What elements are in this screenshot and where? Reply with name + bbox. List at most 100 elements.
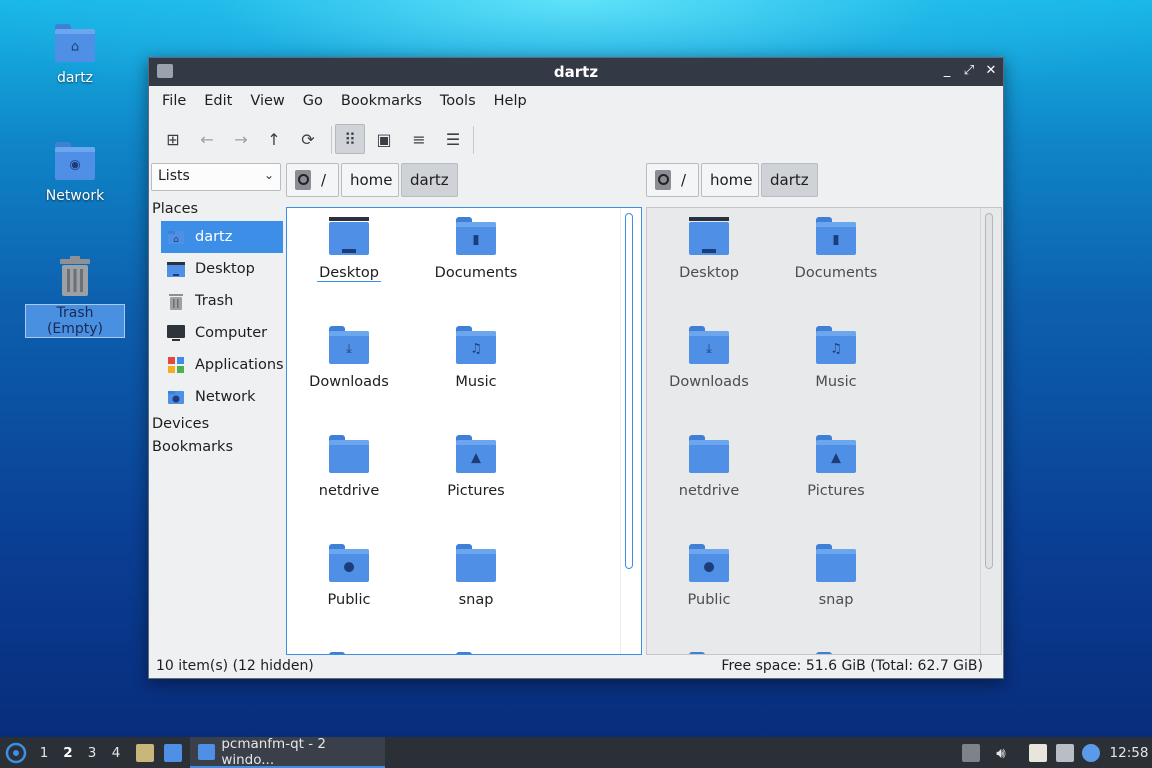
menu-bookmarks[interactable]: Bookmarks (332, 93, 431, 109)
notification-tray[interactable] (1080, 737, 1102, 768)
scrollbar[interactable] (985, 213, 993, 569)
tray-expand[interactable] (960, 737, 982, 768)
file-item-label: Public (687, 592, 731, 608)
close-button[interactable]: ✕ (983, 63, 999, 79)
file-item-music[interactable]: ♫ Music (416, 326, 536, 390)
file-item-pictures[interactable]: ▲ Pictures (416, 435, 536, 499)
chevron-down-icon: ⌄ (263, 168, 274, 182)
sidebar-item-network[interactable]: Network (161, 381, 283, 413)
detailed-list-icon[interactable]: ☰ (438, 124, 468, 154)
clipboard-tray[interactable] (1027, 737, 1049, 768)
desktop-switch-3[interactable]: 3 (82, 737, 102, 768)
file-view-right[interactable]: Desktop ▮ Documents ⤓ Downloads ♫ Music … (646, 207, 1002, 655)
downloads-folder-icon: ⤓ (329, 326, 369, 364)
network-tray[interactable] (1054, 737, 1076, 768)
file-item-documents[interactable]: ▮ Documents (416, 217, 536, 281)
file-item-netdrive[interactable]: netdrive (289, 435, 409, 499)
public-folder-icon: ● (329, 544, 369, 582)
sidebar-mode-select[interactable]: Lists ⌄ (151, 163, 281, 191)
sidebar-item-trash[interactable]: Trash (161, 285, 283, 317)
folder-icon (689, 435, 729, 473)
file-item-public[interactable]: ● Public (289, 544, 409, 608)
scrollbar[interactable] (625, 213, 633, 569)
file-item-label: Downloads (669, 374, 749, 390)
desktop-icon-home[interactable]: ⌂ dartz (25, 24, 125, 86)
clock[interactable]: 12:58 (1106, 737, 1152, 768)
computer-icon (167, 324, 185, 342)
sidebar-item-applications[interactable]: Applications (161, 349, 284, 381)
file-item-public[interactable]: ● Public (649, 544, 769, 608)
folder-icon (816, 544, 856, 582)
thumbnail-view-icon[interactable]: ▣ (369, 124, 399, 154)
menu-edit[interactable]: Edit (195, 93, 241, 109)
file-item-snap[interactable]: snap (416, 544, 536, 608)
sidebar-item-home[interactable]: ⌂ dartz (161, 221, 283, 253)
desktop-icon-trash[interactable]: Trash (Empty) (25, 256, 125, 338)
quicklaunch-files[interactable] (134, 737, 156, 768)
file-item-downloads[interactable]: ⤓ Downloads (649, 326, 769, 390)
up-icon[interactable]: ↑ (259, 124, 289, 154)
file-item-downloads[interactable]: ⤓ Downloads (289, 326, 409, 390)
file-item-label: Documents (794, 265, 878, 281)
file-item-label: snap (818, 592, 854, 608)
file-item-label: Documents (434, 265, 518, 281)
path-segment-home-right[interactable]: home (701, 163, 759, 197)
path-segment-label: home (710, 171, 753, 189)
path-segment-dartz-left[interactable]: dartz (401, 163, 458, 197)
file-item-netdrive[interactable]: netdrive (649, 435, 769, 499)
menu-help[interactable]: Help (485, 93, 536, 109)
file-item-pictures[interactable]: ▲ Pictures (776, 435, 896, 499)
menu-tools[interactable]: Tools (431, 93, 485, 109)
path-segment-home-left[interactable]: home (341, 163, 399, 197)
file-item-label: Music (815, 374, 857, 390)
file-item-label: Public (327, 592, 371, 608)
file-item-partial[interactable] (649, 652, 769, 654)
menu-file[interactable]: File (153, 93, 195, 109)
compact-view-icon[interactable]: ≡ (404, 124, 434, 154)
maximize-button[interactable]: ⤢ (961, 63, 977, 79)
path-segment-dartz-right[interactable]: dartz (761, 163, 818, 197)
start-menu-button[interactable] (4, 737, 28, 768)
folder-icon (329, 652, 369, 654)
file-item-documents[interactable]: ▮ Documents (776, 217, 896, 281)
desktop-switch-4[interactable]: 4 (106, 737, 126, 768)
desktop-switch-1[interactable]: 1 (34, 737, 54, 768)
menu-go[interactable]: Go (294, 93, 332, 109)
desktop-icon-network[interactable]: ◉ Network (25, 142, 125, 204)
file-view-left[interactable]: Desktop ▮ Documents ⤓ Downloads ♫ Music … (286, 207, 642, 655)
sidebar-item-label: Desktop (195, 261, 255, 277)
window-title: dartz (553, 63, 599, 81)
bookmarks-heading[interactable]: Bookmarks (149, 436, 285, 459)
sidebar-item-desktop[interactable]: Desktop (161, 253, 283, 285)
window-titlebar[interactable]: dartz _ ⤢ ✕ (149, 58, 1003, 86)
file-cabinet-icon (136, 743, 154, 762)
file-item-label: Pictures (447, 483, 505, 499)
file-item-desktop[interactable]: Desktop (289, 217, 409, 282)
sidebar-item-computer[interactable]: Computer (161, 317, 283, 349)
path-root-label: / (321, 171, 327, 189)
sidebar-item-label: dartz (195, 229, 233, 245)
minimize-button[interactable]: _ (939, 63, 955, 79)
devices-heading[interactable]: Devices (149, 413, 285, 436)
forward-icon[interactable]: → (226, 124, 256, 154)
quicklaunch-desktop[interactable] (162, 737, 184, 768)
file-item-music[interactable]: ♫ Music (776, 326, 896, 390)
new-tab-icon[interactable]: ⊞ (158, 124, 188, 154)
reload-icon[interactable]: ⟳ (293, 124, 323, 154)
task-pcmanfm[interactable]: pcmanfm-qt - 2 windo... (190, 736, 385, 768)
back-icon[interactable]: ← (192, 124, 222, 154)
places-heading[interactable]: Places (149, 198, 285, 221)
file-item-partial[interactable] (416, 652, 536, 654)
file-item-partial[interactable] (289, 652, 409, 654)
desktop-switch-2[interactable]: 2 (58, 737, 78, 768)
icon-view-icon[interactable]: ⠿ (335, 124, 365, 154)
path-root-button-left[interactable]: / (286, 163, 339, 197)
folder-icon (329, 435, 369, 473)
folder-icon (456, 652, 496, 654)
volume-icon[interactable]: 🔊︎ (990, 737, 1012, 768)
file-item-desktop[interactable]: Desktop (649, 217, 769, 281)
file-item-snap[interactable]: snap (776, 544, 896, 608)
path-root-button-right[interactable]: / (646, 163, 699, 197)
menu-view[interactable]: View (241, 93, 293, 109)
file-item-partial[interactable] (776, 652, 896, 654)
